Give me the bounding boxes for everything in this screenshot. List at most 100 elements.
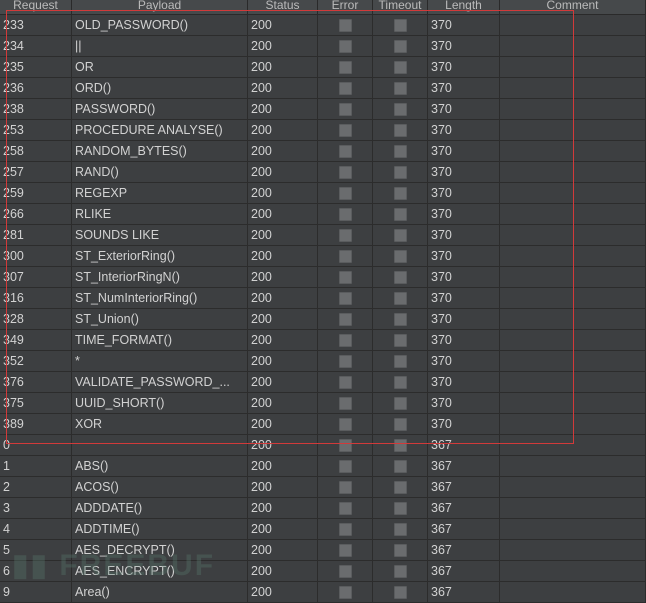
timeout-checkbox[interactable] — [393, 481, 407, 494]
error-checkbox[interactable] — [338, 82, 352, 95]
table-row[interactable]: 352 * 200 370 — [0, 351, 646, 372]
error-checkbox[interactable] — [338, 334, 352, 347]
table-row[interactable]: 235 OR 200 370 — [0, 57, 646, 78]
length-cell: 367 — [428, 519, 500, 539]
column-header-request[interactable]: Request — [0, 0, 72, 14]
error-checkbox[interactable] — [338, 250, 352, 263]
timeout-checkbox[interactable] — [393, 40, 407, 53]
timeout-checkbox[interactable] — [393, 544, 407, 557]
table-row[interactable]: 266 RLIKE 200 370 — [0, 204, 646, 225]
payload-cell: SOUNDS LIKE — [72, 225, 248, 245]
table-row[interactable]: 258 RANDOM_BYTES() 200 370 — [0, 141, 646, 162]
table-row[interactable]: 375 UUID_SHORT() 200 370 — [0, 393, 646, 414]
table-row[interactable]: 1 ABS() 200 367 — [0, 456, 646, 477]
table-row[interactable]: 238 PASSWORD() 200 370 — [0, 99, 646, 120]
timeout-checkbox[interactable] — [393, 565, 407, 578]
timeout-checkbox[interactable] — [393, 82, 407, 95]
table-row[interactable]: 389 XOR 200 370 — [0, 414, 646, 435]
table-row[interactable]: 316 ST_NumInteriorRing() 200 370 — [0, 288, 646, 309]
table-row[interactable]: 233 OLD_PASSWORD() 200 370 — [0, 15, 646, 36]
table-row[interactable]: 234 || 200 370 — [0, 36, 646, 57]
error-checkbox[interactable] — [338, 586, 352, 599]
error-checkbox[interactable] — [338, 523, 352, 536]
table-row[interactable]: 349 TIME_FORMAT() 200 370 — [0, 330, 646, 351]
table-row[interactable]: 236 ORD() 200 370 — [0, 78, 646, 99]
error-checkbox[interactable] — [338, 565, 352, 578]
table-row[interactable]: 2 ACOS() 200 367 — [0, 477, 646, 498]
error-checkbox[interactable] — [338, 355, 352, 368]
error-checkbox[interactable] — [338, 313, 352, 326]
table-row[interactable]: 257 RAND() 200 370 — [0, 162, 646, 183]
payload-cell: OR — [72, 57, 248, 77]
timeout-checkbox[interactable] — [393, 250, 407, 263]
error-checkbox[interactable] — [338, 376, 352, 389]
timeout-checkbox[interactable] — [393, 334, 407, 347]
error-checkbox[interactable] — [338, 208, 352, 221]
timeout-checkbox[interactable] — [393, 418, 407, 431]
status-cell: 200 — [248, 414, 318, 434]
table-row[interactable]: 3 ADDDATE() 200 367 — [0, 498, 646, 519]
error-checkbox[interactable] — [338, 61, 352, 74]
comment-cell — [500, 78, 646, 98]
column-header-error[interactable]: Error — [318, 0, 373, 14]
error-checkbox[interactable] — [338, 502, 352, 515]
timeout-checkbox[interactable] — [393, 439, 407, 452]
comment-cell — [500, 225, 646, 245]
timeout-checkbox[interactable] — [393, 586, 407, 599]
error-checkbox[interactable] — [338, 271, 352, 284]
error-checkbox[interactable] — [338, 40, 352, 53]
timeout-checkbox[interactable] — [393, 229, 407, 242]
table-row[interactable]: 300 ST_ExteriorRing() 200 370 — [0, 246, 646, 267]
comment-cell — [500, 372, 646, 392]
timeout-checkbox[interactable] — [393, 61, 407, 74]
error-checkbox[interactable] — [338, 124, 352, 137]
table-row[interactable]: 259 REGEXP 200 370 — [0, 183, 646, 204]
error-checkbox[interactable] — [338, 292, 352, 305]
timeout-checkbox[interactable] — [393, 271, 407, 284]
timeout-checkbox[interactable] — [393, 523, 407, 536]
column-header-comment[interactable]: Comment — [500, 0, 646, 14]
error-checkbox[interactable] — [338, 229, 352, 242]
column-header-timeout[interactable]: Timeout — [373, 0, 428, 14]
timeout-checkbox[interactable] — [393, 124, 407, 137]
error-checkbox[interactable] — [338, 19, 352, 32]
timeout-checkbox[interactable] — [393, 19, 407, 32]
table-row[interactable]: 328 ST_Union() 200 370 — [0, 309, 646, 330]
table-row[interactable]: 281 SOUNDS LIKE 200 370 — [0, 225, 646, 246]
payload-cell: RLIKE — [72, 204, 248, 224]
error-checkbox[interactable] — [338, 418, 352, 431]
error-checkbox[interactable] — [338, 397, 352, 410]
length-cell: 370 — [428, 183, 500, 203]
timeout-checkbox[interactable] — [393, 460, 407, 473]
table-row[interactable]: 253 PROCEDURE ANALYSE() 200 370 — [0, 120, 646, 141]
table-row[interactable]: 307 ST_InteriorRingN() 200 370 — [0, 267, 646, 288]
column-header-length[interactable]: Length — [428, 0, 500, 14]
error-checkbox[interactable] — [338, 187, 352, 200]
error-checkbox[interactable] — [338, 103, 352, 116]
error-checkbox[interactable] — [338, 145, 352, 158]
timeout-checkbox[interactable] — [393, 376, 407, 389]
error-checkbox[interactable] — [338, 481, 352, 494]
error-checkbox[interactable] — [338, 460, 352, 473]
table-row[interactable]: 4 ADDTIME() 200 367 — [0, 519, 646, 540]
timeout-checkbox[interactable] — [393, 103, 407, 116]
timeout-checkbox[interactable] — [393, 187, 407, 200]
column-header-status[interactable]: Status — [248, 0, 318, 14]
timeout-checkbox[interactable] — [393, 166, 407, 179]
table-row[interactable]: 376 VALIDATE_PASSWORD_... 200 370 — [0, 372, 646, 393]
column-header-payload[interactable]: Payload — [72, 0, 248, 14]
timeout-checkbox[interactable] — [393, 145, 407, 158]
timeout-checkbox[interactable] — [393, 292, 407, 305]
comment-cell — [500, 162, 646, 182]
timeout-checkbox[interactable] — [393, 313, 407, 326]
table-row[interactable]: 9 Area() 200 367 — [0, 582, 646, 603]
timeout-checkbox[interactable] — [393, 397, 407, 410]
timeout-checkbox[interactable] — [393, 502, 407, 515]
error-checkbox[interactable] — [338, 439, 352, 452]
timeout-checkbox[interactable] — [393, 355, 407, 368]
error-checkbox[interactable] — [338, 166, 352, 179]
timeout-checkbox[interactable] — [393, 208, 407, 221]
timeout-cell — [373, 414, 428, 434]
table-row[interactable]: 0 200 367 — [0, 435, 646, 456]
error-checkbox[interactable] — [338, 544, 352, 557]
